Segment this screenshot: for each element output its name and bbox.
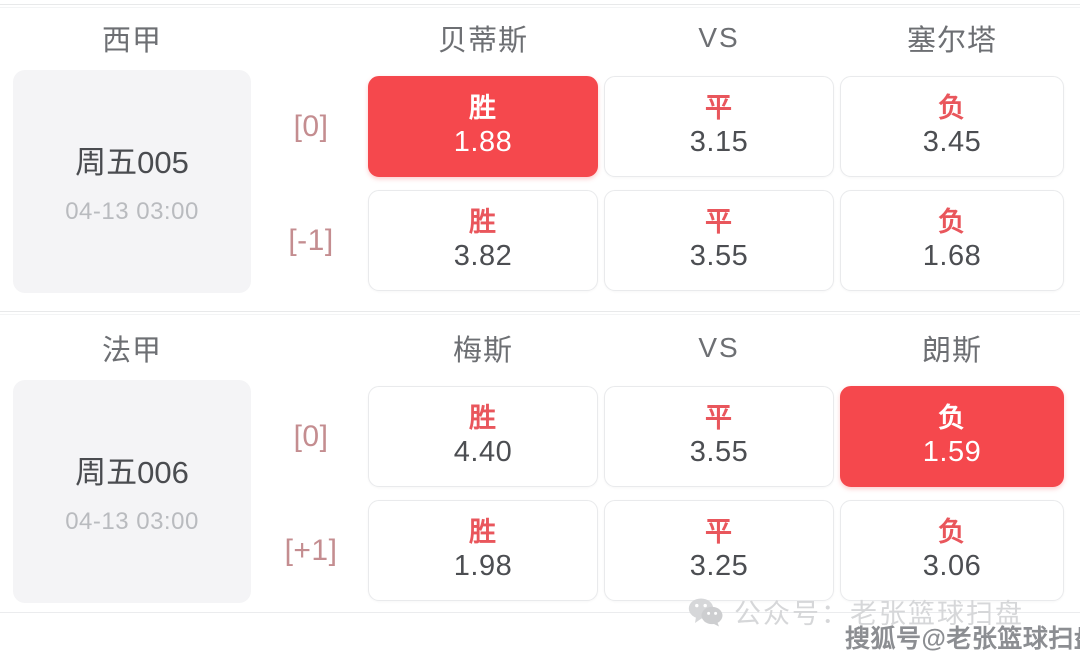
odds-result-label: 胜 (469, 207, 497, 238)
odds-board: 西甲 贝蒂斯 VS 塞尔塔 周五005 04-13 03:00 [0] [-1]… (0, 0, 1080, 655)
odds-value: 3.06 (922, 549, 982, 582)
odds-result-label: 负 (938, 403, 966, 434)
match-header: 西甲 贝蒂斯 VS 塞尔塔 (0, 8, 1080, 68)
away-team-name: 塞尔塔 (906, 25, 997, 57)
versus-label: VS (698, 22, 740, 53)
odds-value: 3.55 (689, 239, 749, 272)
odds-cell-win[interactable]: 胜 1.88 (368, 76, 598, 177)
odds-value: 1.68 (922, 239, 982, 272)
odds-value: 3.55 (689, 435, 749, 468)
home-team-name: 贝蒂斯 (437, 25, 528, 57)
versus-label: VS (698, 332, 740, 363)
match-kickoff-time: 04-13 03:00 (65, 198, 199, 225)
match-info-card[interactable]: 周五005 04-13 03:00 (13, 70, 251, 293)
home-team-name: 梅斯 (452, 335, 513, 367)
match-info-card[interactable]: 周五006 04-13 03:00 (13, 380, 251, 603)
match-block: 法甲 梅斯 VS 朗斯 周五006 04-13 03:00 [0] [+1] 胜… (0, 318, 1080, 618)
odds-result-label: 胜 (469, 517, 497, 548)
odds-result-label: 负 (938, 207, 966, 238)
odds-value: 4.40 (453, 435, 513, 468)
league-name: 法甲 (101, 335, 162, 367)
match-header: 法甲 梅斯 VS 朗斯 (0, 318, 1080, 378)
odds-result-label: 胜 (469, 93, 497, 124)
divider-middle-2 (0, 314, 1080, 315)
odds-cell-lose[interactable]: 负 1.68 (840, 190, 1064, 291)
odds-cell-win[interactable]: 胜 4.40 (368, 386, 598, 487)
odds-value: 3.82 (453, 239, 513, 272)
odds-value: 1.59 (922, 435, 982, 468)
divider-middle (0, 311, 1080, 312)
odds-value: 3.45 (922, 125, 982, 158)
odds-result-label: 平 (705, 207, 733, 238)
match-body: 周五005 04-13 03:00 [0] [-1] 胜 1.88 平 3.15… (0, 68, 1080, 300)
handicap-label: [0] (293, 109, 329, 143)
away-team-name: 朗斯 (921, 335, 982, 367)
odds-value: 1.88 (453, 125, 513, 158)
odds-result-label: 平 (705, 403, 733, 434)
odds-cell-draw[interactable]: 平 3.25 (604, 500, 834, 601)
odds-cell-draw[interactable]: 平 3.15 (604, 76, 834, 177)
odds-cell-lose[interactable]: 负 1.59 (840, 386, 1064, 487)
odds-result-label: 负 (938, 93, 966, 124)
handicap-label: [0] (293, 419, 329, 453)
odds-value: 1.98 (453, 549, 513, 582)
match-number: 周五006 (75, 455, 189, 490)
odds-cell-win[interactable]: 胜 1.98 (368, 500, 598, 601)
odds-cell-win[interactable]: 胜 3.82 (368, 190, 598, 291)
odds-result-label: 负 (938, 517, 966, 548)
match-body: 周五006 04-13 03:00 [0] [+1] 胜 4.40 平 3.55… (0, 378, 1080, 610)
odds-result-label: 胜 (469, 403, 497, 434)
match-block: 西甲 贝蒂斯 VS 塞尔塔 周五005 04-13 03:00 [0] [-1]… (0, 8, 1080, 308)
handicap-label: [-1] (288, 223, 334, 257)
odds-result-label: 平 (705, 93, 733, 124)
odds-cell-lose[interactable]: 负 3.06 (840, 500, 1064, 601)
odds-value: 3.15 (689, 125, 749, 158)
sohu-watermark-text: 搜狐号@老张篮球扫盘 (845, 625, 1080, 653)
divider-top (0, 4, 1080, 5)
odds-value: 3.25 (689, 549, 749, 582)
odds-cell-draw[interactable]: 平 3.55 (604, 190, 834, 291)
odds-cell-lose[interactable]: 负 3.45 (840, 76, 1064, 177)
match-kickoff-time: 04-13 03:00 (65, 508, 199, 535)
league-name: 西甲 (101, 25, 162, 57)
match-number: 周五005 (75, 145, 189, 180)
handicap-label: [+1] (284, 533, 338, 567)
odds-cell-draw[interactable]: 平 3.55 (604, 386, 834, 487)
odds-result-label: 平 (705, 517, 733, 548)
